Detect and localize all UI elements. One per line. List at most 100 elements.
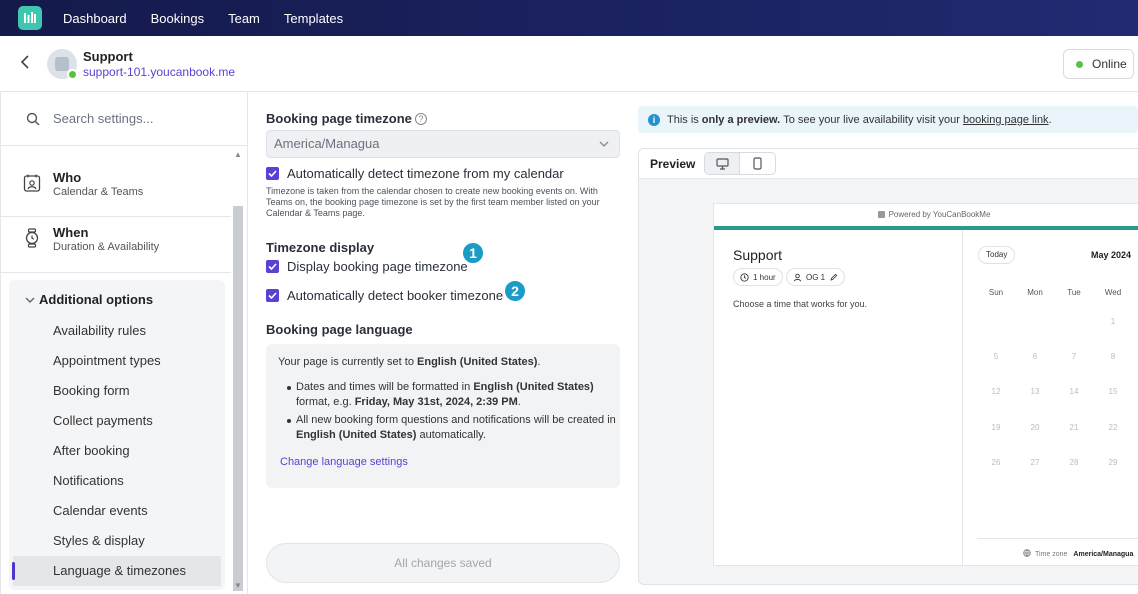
sidebar-item-notifications[interactable]: Notifications <box>53 473 124 488</box>
settings-panel: Booking page timezone? America/Managua A… <box>249 92 634 594</box>
search-input[interactable] <box>53 111 223 126</box>
weekday-tue: Tue <box>1067 288 1081 297</box>
timezone-label: Booking page timezone? <box>266 111 427 126</box>
help-icon[interactable]: ? <box>414 113 427 125</box>
timezone-display-heading: Timezone display <box>266 240 375 255</box>
weekday-sun: Sun <box>988 288 1004 297</box>
calendar-day: 22 <box>1108 423 1118 432</box>
accent-bar <box>714 226 1138 230</box>
b2c: automatically. <box>416 429 486 441</box>
owner-text: OG 1 <box>806 272 826 282</box>
notice-end: . <box>1048 113 1052 126</box>
timezone-help-note: Timezone is taken from the calendar chos… <box>266 186 600 218</box>
calendar-day: 14 <box>1069 387 1079 396</box>
calendar-day: 26 <box>991 458 1001 467</box>
calendar-day: 27 <box>1030 458 1040 467</box>
scroll-down-arrow-icon[interactable]: ▼ <box>234 581 242 590</box>
calendar-day: 12 <box>991 387 1001 396</box>
sidebar-item-calendar-events[interactable]: Calendar events <box>53 503 148 518</box>
b1a: Dates and times will be formatted in <box>296 381 474 393</box>
sidebar-item-collect-payments[interactable]: Collect payments <box>53 413 153 428</box>
booking-page-card: Powered by YouCanBookMe Support 1 hour O… <box>713 203 1138 567</box>
timezone-select-value: America/Managua <box>274 136 380 151</box>
mobile-view-button[interactable] <box>740 153 775 174</box>
detect-booker-checkbox[interactable] <box>266 289 279 302</box>
desktop-view-button[interactable] <box>705 153 741 174</box>
timezone-footer[interactable]: Time zone America/Managua <box>1023 549 1133 558</box>
additional-options-title: Additional options <box>39 292 154 307</box>
search-icon <box>26 112 40 125</box>
nav-bookings[interactable]: Bookings <box>151 11 204 26</box>
nav-dashboard[interactable]: Dashboard <box>63 11 127 26</box>
sidebar-item-language-timezones[interactable]: Language & timezones <box>53 563 186 578</box>
weekday-wed: Wed <box>1104 288 1122 297</box>
calendar-day: 5 <box>993 352 999 361</box>
nav-team[interactable]: Team <box>228 11 260 26</box>
sidebar-item-when[interactable]: When Duration & Availability <box>1 225 231 257</box>
duration-text: 1 hour <box>753 272 776 282</box>
today-button[interactable]: Today <box>978 246 1016 264</box>
change-language-link[interactable]: Change language settings <box>280 456 408 468</box>
online-status-button[interactable]: Online <box>1063 49 1134 79</box>
notice-text-b: only a preview. <box>701 113 781 126</box>
booking-page-url[interactable]: support-101.youcanbook.me <box>83 65 235 79</box>
nav-links: Dashboard Bookings Team Templates <box>63 11 367 26</box>
search-bar <box>1 92 248 146</box>
preview-notice: i This is only a preview. To see your li… <box>638 106 1138 133</box>
language-info-box: Your page is currently set to English (U… <box>266 344 620 488</box>
page-header: Support support-101.youcanbook.me Online <box>0 36 1138 92</box>
sidebar-item-after-booking[interactable]: After booking <box>53 443 130 458</box>
powered-by-text: Powered by YouCanBookMe <box>888 210 991 219</box>
device-toggle <box>704 152 776 175</box>
sidebar-item-appointment-types[interactable]: Appointment types <box>53 353 161 368</box>
language-heading: Booking page language <box>266 322 413 337</box>
step-badge-2: 2 <box>503 279 527 303</box>
duration-pill: 1 hour <box>733 268 783 286</box>
booking-page-link[interactable]: booking page link <box>963 114 1049 126</box>
watch-icon <box>25 228 39 248</box>
lang-suffix: . <box>537 356 541 368</box>
globe-icon <box>1023 549 1031 557</box>
booking-title: Support <box>733 247 783 263</box>
preview-panel: Preview Powered by YouCanBookMe Support … <box>638 148 1138 585</box>
auto-detect-calendar-checkbox[interactable] <box>266 167 279 180</box>
lang-value: English (United States) <box>417 356 538 368</box>
page-title: Support <box>83 49 133 64</box>
detect-booker-row: Automatically detect booker timezone <box>266 288 503 303</box>
sidebar-item-booking-form[interactable]: Booking form <box>53 383 130 398</box>
calendar-day: 7 <box>1071 352 1077 361</box>
calendar-day: 15 <box>1108 387 1118 396</box>
sidebar-item-who-title: Who <box>53 170 82 185</box>
sidebar-item-who[interactable]: Who Calendar & Teams <box>1 170 231 202</box>
calendar-day: 21 <box>1069 423 1079 432</box>
sidebar-item-styles-display[interactable]: Styles & display <box>53 533 145 548</box>
scroll-up-arrow-icon[interactable]: ▲ <box>234 150 242 159</box>
b1d: Friday, May 31st, 2024, 2:39 PM <box>354 396 518 408</box>
additional-options-toggle[interactable]: Additional options <box>25 292 154 307</box>
sidebar-item-when-title: When <box>53 225 89 240</box>
sidebar-item-availability-rules[interactable]: Availability rules <box>53 323 146 338</box>
app-logo-icon[interactable] <box>18 6 42 30</box>
b2a: All new booking form questions and notif… <box>296 414 616 426</box>
language-bullet-questions: All new booking form questions and notif… <box>287 413 616 443</box>
display-tz-checkbox[interactable] <box>266 260 279 273</box>
save-button[interactable]: All changes saved <box>266 543 620 583</box>
divider <box>1 272 231 273</box>
nav-templates[interactable]: Templates <box>284 11 343 26</box>
powered-by: Powered by YouCanBookMe <box>714 204 1138 226</box>
sidebar-scrollbar[interactable] <box>233 206 243 591</box>
back-chevron-icon[interactable] <box>20 54 34 74</box>
weekday-mon: Mon <box>1027 288 1043 297</box>
display-tz-label: Display booking page timezone <box>287 259 468 274</box>
info-icon: i <box>648 113 660 126</box>
language-bullet-format: Dates and times will be formatted in Eng… <box>287 380 616 410</box>
calendar-day: 20 <box>1030 423 1040 432</box>
settings-sidebar: Who Calendar & Teams When Duration & Ava… <box>0 92 248 594</box>
calendar-day: 29 <box>1108 458 1118 467</box>
calendar-day: 28 <box>1069 458 1079 467</box>
b1c: format, e.g. <box>296 396 355 408</box>
timezone-select[interactable]: America/Managua <box>266 130 620 158</box>
calendar-day: 6 <box>1032 352 1038 361</box>
divider <box>962 230 963 567</box>
pencil-icon[interactable] <box>830 273 838 281</box>
